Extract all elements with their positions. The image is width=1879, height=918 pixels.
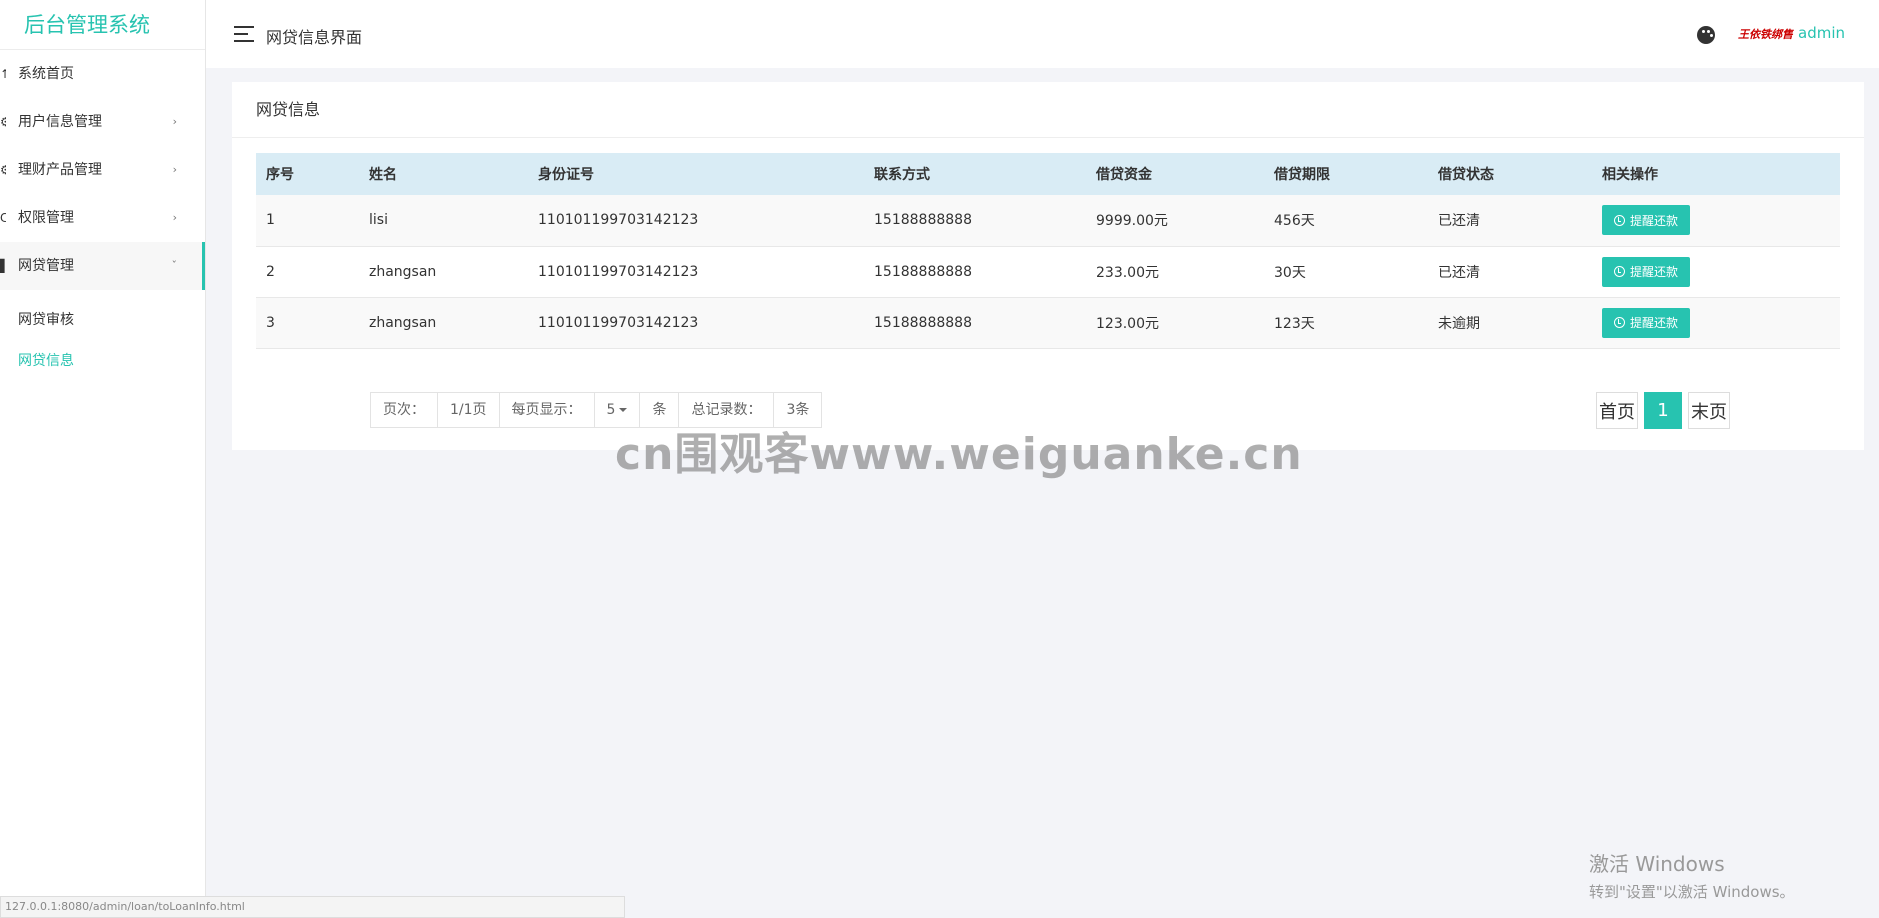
- page-label: 页次：: [371, 393, 438, 427]
- finance-icon: ⚙: [0, 163, 6, 177]
- caret-down-icon: [619, 408, 628, 412]
- cell-amount: 123.00元: [1096, 315, 1159, 332]
- sidebar-item-permissions[interactable]: C 权限管理 ›: [0, 194, 205, 242]
- cell-phone: 15188888888: [874, 314, 972, 331]
- button-label: 提醒还款: [1630, 213, 1679, 228]
- cell-id: 3: [266, 314, 275, 331]
- chevron-down-icon: ˇ: [171, 259, 178, 272]
- loan-submenu: 网贷审核 网贷信息: [0, 290, 205, 392]
- sidebar: 后台管理系统 ↑ 系统首页 ⚙ 用户信息管理 › ⚙ 理财产品管理 › C 权限…: [0, 0, 206, 918]
- per-page-label: 每页显示：: [500, 393, 595, 427]
- cell-term: 123天: [1274, 315, 1315, 332]
- sidebar-subitem-loan-info[interactable]: 网贷信息: [0, 341, 205, 382]
- cell-status: 未逾期: [1438, 315, 1480, 332]
- gear-icon: ⚙: [0, 115, 6, 129]
- table-header-row: 序号 姓名 身份证号 联系方式 借贷资金 借贷期限 借贷状态 相关操作: [256, 153, 1840, 195]
- column-header: 相关操作: [1602, 167, 1658, 183]
- cell-id-card: 110101199703142123: [538, 314, 699, 331]
- top-header: 网贷信息界面 王依铁绑售 admin: [206, 0, 1879, 68]
- sidebar-item-loan-management[interactable]: ▌ 网贷管理 ˇ: [0, 242, 205, 290]
- clock-icon: [1614, 214, 1625, 226]
- sidebar-item-label: 网贷管理: [18, 258, 74, 274]
- page-title: 网贷信息界面: [266, 28, 363, 47]
- loan-table: 序号 姓名 身份证号 联系方式 借贷资金 借贷期限 借贷状态 相关操作 1 li…: [256, 153, 1840, 349]
- column-header: 借贷状态: [1438, 167, 1494, 183]
- cell-status: 已还清: [1438, 213, 1480, 230]
- cell-id-card: 110101199703142123: [538, 212, 699, 229]
- cell-action: 提醒还款: [1592, 246, 1840, 297]
- button-label: 提醒还款: [1630, 316, 1679, 330]
- chevron-right-icon: ›: [172, 163, 177, 176]
- loan-info-card: 网贷信息 序号 姓名 身份证号 联系方式 借贷资金 借贷期限 借贷状态 相关操作…: [232, 82, 1864, 450]
- home-icon: ↑: [0, 67, 6, 81]
- cell-name: zhangsan: [369, 263, 437, 280]
- brand-title[interactable]: 后台管理系统: [0, 0, 205, 50]
- cell-term: 30天: [1274, 264, 1306, 281]
- menu-toggle-icon[interactable]: [234, 26, 254, 42]
- cell-action: 提醒还款: [1592, 297, 1840, 348]
- cell-name: lisi: [369, 212, 388, 229]
- sidebar-item-label: 权限管理: [18, 210, 74, 226]
- chevron-right-icon: ›: [172, 115, 177, 128]
- cell-phone: 15188888888: [874, 212, 972, 229]
- cell-id: 1: [266, 212, 275, 229]
- sidebar-item-home[interactable]: ↑ 系统首页: [0, 50, 205, 98]
- sidebar-item-label: 系统首页: [18, 66, 74, 82]
- column-header: 序号: [266, 167, 294, 183]
- cell-term: 456天: [1274, 213, 1315, 230]
- cell-id-card: 110101199703142123: [538, 263, 699, 280]
- activation-hint: 转到"设置"以激活 Windows。: [1589, 883, 1795, 901]
- cell-action: 提醒还款: [1592, 195, 1840, 246]
- activation-title: 激活 Windows: [1589, 852, 1725, 876]
- remind-repay-button[interactable]: 提醒还款: [1602, 256, 1691, 287]
- sidebar-subitem-loan-review[interactable]: 网贷审核: [0, 300, 205, 341]
- column-header: 联系方式: [874, 167, 930, 183]
- browser-status-bar: 127.0.0.1:8080/admin/loan/toLoanInfo.htm…: [0, 896, 625, 918]
- sidebar-item-label: 理财产品管理: [18, 162, 102, 178]
- first-page-button[interactable]: 首页: [1596, 392, 1638, 429]
- cell-status: 已还清: [1438, 264, 1480, 281]
- user-signature: 王依铁绑售: [1738, 28, 1793, 41]
- watermark: cn围观客www.weiguanke.cn: [615, 429, 1303, 480]
- permission-icon: C: [0, 211, 6, 225]
- last-page-button[interactable]: 末页: [1688, 392, 1730, 429]
- column-header: 借贷资金: [1096, 167, 1152, 183]
- pager: 首页 1 末页: [1596, 392, 1730, 429]
- table-row: 3 zhangsan 110101199703142123 1518888888…: [256, 297, 1840, 348]
- cell-name: zhangsan: [369, 314, 437, 331]
- cell-amount: 233.00元: [1096, 264, 1159, 281]
- page-size-value: 5: [606, 402, 616, 418]
- cell-phone: 15188888888: [874, 263, 972, 280]
- remind-repay-button[interactable]: 提醒还款: [1602, 307, 1691, 338]
- table-row: 2 zhangsan 110101199703142123 1518888888…: [256, 246, 1840, 297]
- cell-id: 2: [266, 263, 275, 280]
- sidebar-item-user-info[interactable]: ⚙ 用户信息管理 ›: [0, 98, 205, 146]
- current-page-button[interactable]: 1: [1644, 392, 1682, 429]
- clock-icon: [1614, 317, 1625, 328]
- sidebar-item-finance-products[interactable]: ⚙ 理财产品管理 ›: [0, 146, 205, 194]
- palette-icon[interactable]: [1697, 26, 1715, 44]
- column-header: 借贷期限: [1274, 167, 1330, 183]
- windows-activation-notice: 激活 Windows 转到"设置"以激活 Windows。: [1589, 848, 1795, 902]
- button-label: 提醒还款: [1630, 265, 1679, 279]
- card-title: 网贷信息: [232, 82, 1864, 138]
- chevron-right-icon: ›: [172, 211, 177, 224]
- user-menu[interactable]: admin: [1798, 24, 1845, 42]
- column-header: 身份证号: [538, 167, 594, 183]
- table-row: 1 lisi 110101199703142123 15188888888 99…: [256, 195, 1840, 246]
- cell-amount: 9999.00元: [1096, 213, 1168, 230]
- page-value: 1/1页: [438, 393, 500, 427]
- remind-repay-button[interactable]: 提醒还款: [1602, 205, 1691, 236]
- clock-icon: [1614, 266, 1625, 277]
- sidebar-item-label: 用户信息管理: [18, 114, 102, 130]
- column-header: 姓名: [369, 167, 397, 183]
- loan-icon: ▌: [0, 259, 6, 273]
